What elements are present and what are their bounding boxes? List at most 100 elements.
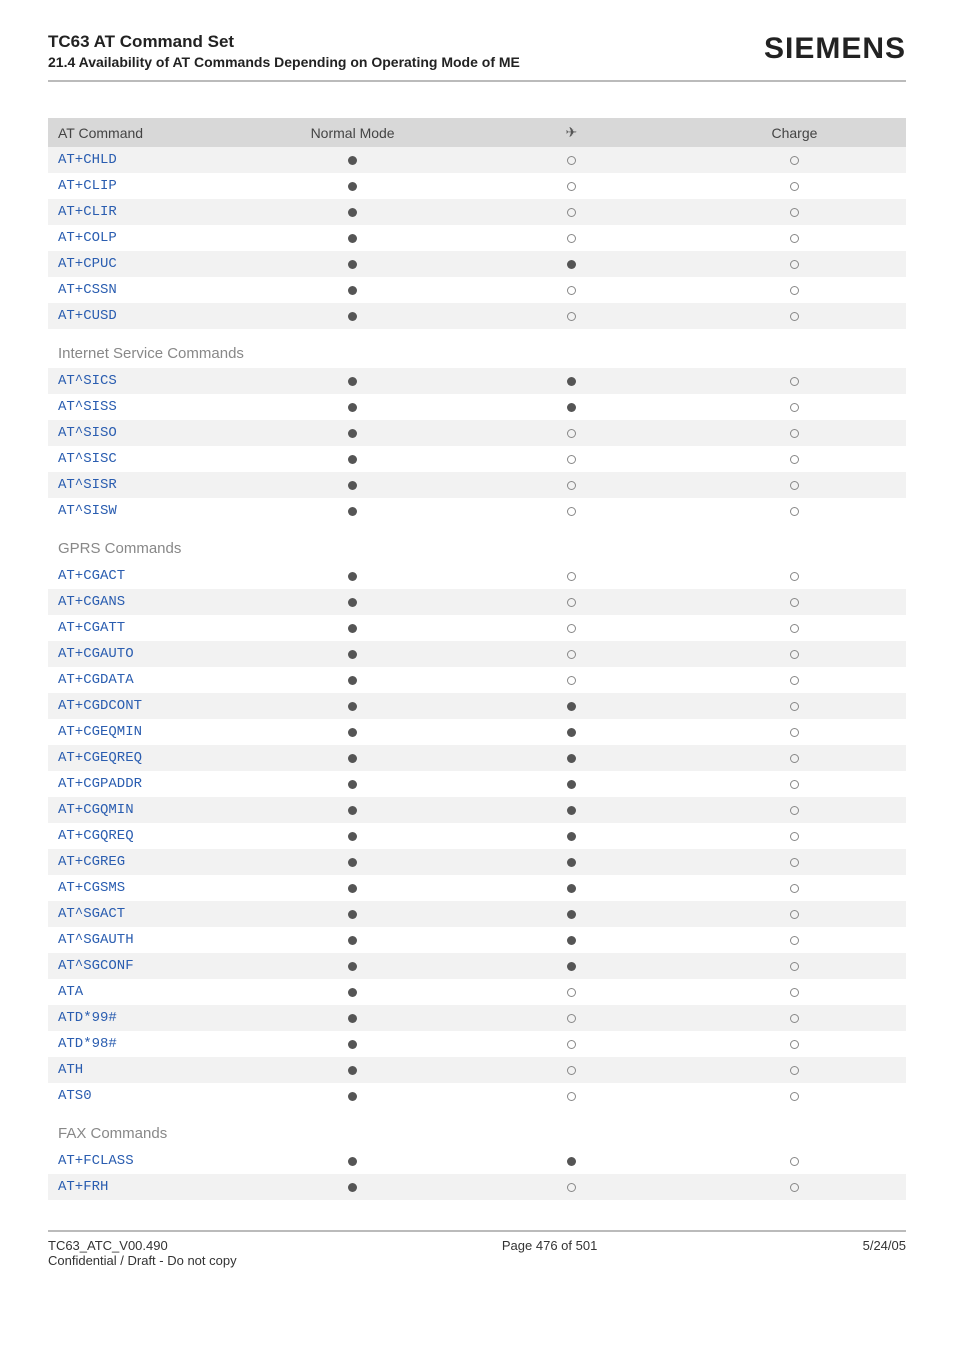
at-command-link[interactable]: AT+CPUC — [48, 251, 245, 277]
table-row: AT+CHLD — [48, 147, 906, 173]
dot-empty-icon — [790, 650, 799, 659]
airplane-icon: ✈ — [566, 124, 578, 140]
dot-filled-icon — [567, 1157, 576, 1166]
dot-empty-icon — [567, 988, 576, 997]
dot-empty-icon — [790, 936, 799, 945]
dot-filled-icon — [567, 884, 576, 893]
at-command-link[interactable]: AT+CSSN — [48, 277, 245, 303]
footer-version: TC63_ATC_V00.490 — [48, 1238, 237, 1253]
dot-empty-icon — [790, 403, 799, 412]
table-row: AT+CGACT — [48, 563, 906, 589]
section-header: FAX Commands — [48, 1109, 906, 1148]
at-command-link[interactable]: AT^SICS — [48, 368, 245, 394]
at-command-link[interactable]: AT+CGSMS — [48, 875, 245, 901]
at-command-link[interactable]: AT^SISC — [48, 446, 245, 472]
at-command-link[interactable]: AT^SISW — [48, 498, 245, 524]
at-command-link[interactable]: AT^SISO — [48, 420, 245, 446]
table-row: ATA — [48, 979, 906, 1005]
footer-page: Page 476 of 501 — [502, 1238, 597, 1268]
section-header: Internet Service Commands — [48, 329, 906, 368]
section-header: GPRS Commands — [48, 524, 906, 563]
dot-filled-icon — [348, 806, 357, 815]
col-airplane: ✈ — [460, 118, 683, 147]
at-command-link[interactable]: AT+CGQMIN — [48, 797, 245, 823]
dot-empty-icon — [790, 832, 799, 841]
at-command-link[interactable]: AT+FCLASS — [48, 1148, 245, 1174]
table-row: AT^SGCONF — [48, 953, 906, 979]
dot-filled-icon — [348, 1092, 357, 1101]
at-command-link[interactable]: AT^SGAUTH — [48, 927, 245, 953]
at-command-link[interactable]: AT+FRH — [48, 1174, 245, 1200]
at-command-link[interactable]: AT+CGACT — [48, 563, 245, 589]
table-row: AT^SISC — [48, 446, 906, 472]
dot-empty-icon — [790, 598, 799, 607]
dot-empty-icon — [790, 182, 799, 191]
at-command-link[interactable]: AT+CGDCONT — [48, 693, 245, 719]
dot-filled-icon — [348, 234, 357, 243]
at-command-link[interactable]: AT^SGACT — [48, 901, 245, 927]
dot-empty-icon — [790, 507, 799, 516]
at-command-link[interactable]: AT+CLIP — [48, 173, 245, 199]
table-row: AT+CGDCONT — [48, 693, 906, 719]
dot-filled-icon — [348, 481, 357, 490]
dot-filled-icon — [567, 403, 576, 412]
at-command-link[interactable]: AT+CGATT — [48, 615, 245, 641]
dot-filled-icon — [567, 858, 576, 867]
at-command-link[interactable]: AT^SISR — [48, 472, 245, 498]
dot-filled-icon — [348, 182, 357, 191]
dot-empty-icon — [567, 572, 576, 581]
dot-filled-icon — [348, 1014, 357, 1023]
dot-empty-icon — [567, 650, 576, 659]
dot-empty-icon — [790, 806, 799, 815]
doc-subtitle: 21.4 Availability of AT Commands Dependi… — [48, 54, 520, 70]
table-row: AT+CGATT — [48, 615, 906, 641]
table-row: AT+CGPADDR — [48, 771, 906, 797]
table-row: AT+CGQREQ — [48, 823, 906, 849]
at-command-link[interactable]: AT+CLIR — [48, 199, 245, 225]
at-command-link[interactable]: AT+CGPADDR — [48, 771, 245, 797]
dot-filled-icon — [348, 988, 357, 997]
at-command-link[interactable]: ATH — [48, 1057, 245, 1083]
dot-empty-icon — [790, 910, 799, 919]
at-command-link[interactable]: AT+CGDATA — [48, 667, 245, 693]
dot-empty-icon — [790, 429, 799, 438]
dot-filled-icon — [348, 780, 357, 789]
at-command-link[interactable]: ATS0 — [48, 1083, 245, 1109]
dot-filled-icon — [567, 780, 576, 789]
dot-filled-icon — [348, 676, 357, 685]
at-command-link[interactable]: AT^SGCONF — [48, 953, 245, 979]
at-command-link[interactable]: AT+CGEQMIN — [48, 719, 245, 745]
at-command-link[interactable]: AT+CGEQREQ — [48, 745, 245, 771]
at-command-link[interactable]: AT+CGREG — [48, 849, 245, 875]
at-command-link[interactable]: AT^SISS — [48, 394, 245, 420]
dot-empty-icon — [567, 1014, 576, 1023]
at-command-link[interactable]: AT+CHLD — [48, 147, 245, 173]
at-command-link[interactable]: AT+CGQREQ — [48, 823, 245, 849]
commands-table: AT Command Normal Mode ✈ Charge AT+CHLDA… — [48, 118, 906, 1200]
table-row: AT+CGDATA — [48, 667, 906, 693]
dot-empty-icon — [790, 754, 799, 763]
dot-empty-icon — [790, 1183, 799, 1192]
dot-empty-icon — [567, 1183, 576, 1192]
table-row: AT+CLIR — [48, 199, 906, 225]
at-command-link[interactable]: ATA — [48, 979, 245, 1005]
at-command-link[interactable]: ATD*99# — [48, 1005, 245, 1031]
table-row: AT^SGACT — [48, 901, 906, 927]
dot-empty-icon — [567, 507, 576, 516]
at-command-link[interactable]: AT+CUSD — [48, 303, 245, 329]
dot-filled-icon — [348, 429, 357, 438]
table-row: AT^SISW — [48, 498, 906, 524]
at-command-link[interactable]: AT+CGANS — [48, 589, 245, 615]
dot-filled-icon — [567, 702, 576, 711]
at-command-link[interactable]: AT+CGAUTO — [48, 641, 245, 667]
dot-filled-icon — [348, 858, 357, 867]
dot-filled-icon — [567, 728, 576, 737]
dot-empty-icon — [567, 208, 576, 217]
table-row: AT+FRH — [48, 1174, 906, 1200]
dot-empty-icon — [790, 572, 799, 581]
at-command-link[interactable]: ATD*98# — [48, 1031, 245, 1057]
table-row: AT+CGAUTO — [48, 641, 906, 667]
at-command-link[interactable]: AT+COLP — [48, 225, 245, 251]
table-row: AT+FCLASS — [48, 1148, 906, 1174]
dot-empty-icon — [567, 1066, 576, 1075]
